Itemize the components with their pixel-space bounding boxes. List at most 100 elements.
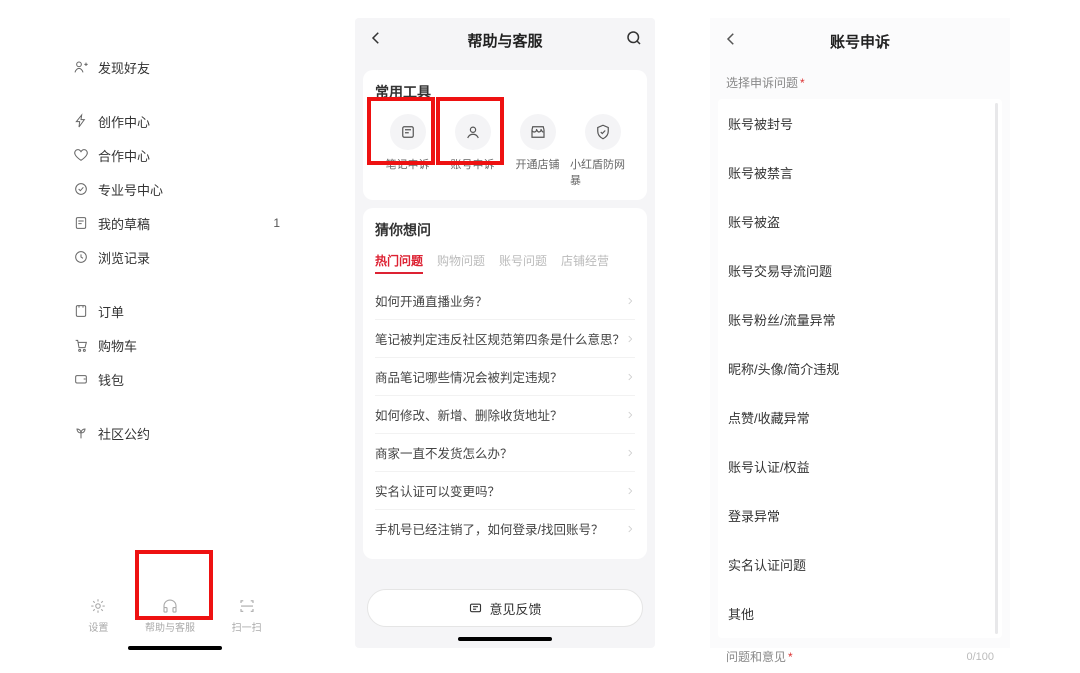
appeal-option[interactable]: 登录异常	[718, 491, 1002, 540]
page-title: 帮助与客服	[385, 30, 625, 51]
appeal-option[interactable]: 其他	[718, 589, 1002, 638]
chevron-right-icon	[625, 524, 635, 534]
appeal-option[interactable]: 昵称/头像/简介违规	[718, 344, 1002, 393]
faq-text: 实名认证可以变更吗？	[375, 481, 500, 500]
search-button[interactable]	[625, 29, 643, 52]
tool-label: 开通店铺	[516, 156, 560, 172]
bottom-tab-scan[interactable]: 扫一扫	[232, 597, 262, 634]
chevron-right-icon	[625, 296, 635, 306]
menu-label: 购物车	[98, 336, 280, 355]
menu-item-wallet[interactable]: 钱包	[70, 362, 280, 396]
tool-label: 笔记申诉	[386, 156, 430, 172]
cart-icon	[70, 337, 92, 353]
menu-item-user-plus[interactable]: 发现好友	[70, 50, 280, 84]
faq-tab[interactable]: 购物问题	[437, 252, 485, 274]
appeal-option[interactable]: 账号粉丝/流量异常	[718, 295, 1002, 344]
appeal-option[interactable]: 实名认证问题	[718, 540, 1002, 589]
wallet-icon	[70, 371, 92, 387]
menu-label: 我的草稿	[98, 214, 273, 233]
chevron-right-icon	[625, 334, 635, 344]
menu-item-sprout[interactable]: 社区公约	[70, 416, 280, 450]
tools-title: 常用工具	[375, 82, 635, 102]
faq-text: 如何修改、新增、删除收货地址？	[375, 405, 563, 424]
tab-label: 帮助与客服	[145, 619, 195, 634]
store-icon	[520, 114, 556, 150]
menu-label: 浏览记录	[98, 248, 280, 267]
faq-item[interactable]: 实名认证可以变更吗？	[375, 471, 635, 509]
draft-icon	[70, 215, 92, 231]
chevron-right-icon	[625, 410, 635, 420]
tab-label: 设置	[88, 619, 108, 634]
tool-label: 小红盾防网暴	[570, 156, 635, 188]
appeal-option[interactable]: 账号被封号	[718, 99, 1002, 148]
menu-item-heart[interactable]: 合作中心	[70, 138, 280, 172]
menu-item-cart[interactable]: 购物车	[70, 328, 280, 362]
menu-item-orders[interactable]: 订单	[70, 294, 280, 328]
tool-person[interactable]: 账号申诉	[440, 114, 505, 188]
tool-store[interactable]: 开通店铺	[505, 114, 570, 188]
faq-item[interactable]: 手机号已经注销了，如何登录/找回账号？	[375, 509, 635, 547]
menu-label: 创作中心	[98, 112, 280, 131]
faq-text: 笔记被判定违反社区规范第四条是什么意思？	[375, 329, 625, 348]
faq-text: 商家一直不发货怎么办？	[375, 443, 513, 462]
faq-item[interactable]: 如何修改、新增、删除收货地址？	[375, 395, 635, 433]
appeal-option[interactable]: 账号被禁言	[718, 148, 1002, 197]
faq-tab[interactable]: 账号问题	[499, 252, 547, 274]
menu-item-verified[interactable]: 专业号中心	[70, 172, 280, 206]
verified-icon	[70, 181, 92, 197]
page-title: 账号申诉	[722, 31, 998, 52]
orders-icon	[70, 303, 92, 319]
bottom-tab-headset[interactable]: 帮助与客服	[145, 597, 195, 634]
screen-account-appeal: 账号申诉 选择申诉问题* 账号被封号账号被禁言账号被盗账号交易导流问题账号粉丝/…	[710, 18, 1010, 648]
faq-text: 如何开通直播业务？	[375, 291, 488, 310]
chevron-right-icon	[625, 372, 635, 382]
screen-help-center: 帮助与客服 常用工具 笔记申诉账号申诉开通店铺小红盾防网暴 猜你想问 热门问题购…	[355, 18, 655, 648]
char-counter: 0/100	[966, 651, 994, 663]
menu-label: 订单	[98, 302, 280, 321]
faq-text: 手机号已经注销了，如何登录/找回账号？	[375, 519, 603, 538]
select-question-label: 选择申诉问题*	[710, 64, 1010, 95]
home-indicator	[128, 646, 222, 650]
menu-label: 合作中心	[98, 146, 280, 165]
tab-label: 扫一扫	[232, 619, 262, 634]
menu-label: 钱包	[98, 370, 280, 389]
menu-label: 社区公约	[98, 424, 280, 443]
appeal-option[interactable]: 账号交易导流问题	[718, 246, 1002, 295]
appeal-option[interactable]: 账号被盗	[718, 197, 1002, 246]
person-icon	[455, 114, 491, 150]
appeal-option[interactable]: 账号认证/权益	[718, 442, 1002, 491]
faq-title: 猜你想问	[375, 220, 635, 240]
menu-item-history[interactable]: 浏览记录	[70, 240, 280, 274]
feedback-button[interactable]: 意见反馈	[367, 589, 643, 627]
shield-icon	[585, 114, 621, 150]
screen-me-menu: 发现好友 创作中心合作中心专业号中心我的草稿1 浏览记录 订单购物车钱包 社区公约…	[70, 50, 280, 650]
heart-icon	[70, 147, 92, 163]
faq-card: 猜你想问 热门问题购物问题账号问题店铺经营 如何开通直播业务？ 笔记被判定违反社区…	[363, 208, 647, 559]
tool-note[interactable]: 笔记申诉	[375, 114, 440, 188]
faq-tab[interactable]: 店铺经营	[561, 252, 609, 274]
appeal-option[interactable]: 点赞/收藏异常	[718, 393, 1002, 442]
bolt-icon	[70, 113, 92, 129]
menu-label: 发现好友	[98, 58, 280, 77]
chevron-right-icon	[625, 448, 635, 458]
faq-item[interactable]: 笔记被判定违反社区规范第四条是什么意思？	[375, 319, 635, 357]
faq-item[interactable]: 如何开通直播业务？	[375, 282, 635, 319]
chevron-right-icon	[625, 486, 635, 496]
menu-badge: 1	[273, 216, 280, 230]
sprout-icon	[70, 425, 92, 441]
tools-card: 常用工具 笔记申诉账号申诉开通店铺小红盾防网暴	[363, 70, 647, 200]
user-plus-icon	[70, 59, 92, 75]
feedback-label: 意见反馈	[489, 599, 541, 618]
faq-tab[interactable]: 热门问题	[375, 252, 423, 274]
history-icon	[70, 249, 92, 265]
menu-item-draft[interactable]: 我的草稿1	[70, 206, 280, 240]
home-indicator	[458, 637, 552, 641]
back-button[interactable]	[367, 29, 385, 52]
menu-item-bolt[interactable]: 创作中心	[70, 104, 280, 138]
faq-text: 商品笔记哪些情况会被判定违规？	[375, 367, 563, 386]
faq-item[interactable]: 商品笔记哪些情况会被判定违规？	[375, 357, 635, 395]
tool-shield[interactable]: 小红盾防网暴	[570, 114, 635, 188]
faq-item[interactable]: 商家一直不发货怎么办？	[375, 433, 635, 471]
bottom-tab-gear[interactable]: 设置	[88, 597, 108, 634]
menu-label: 专业号中心	[98, 180, 280, 199]
